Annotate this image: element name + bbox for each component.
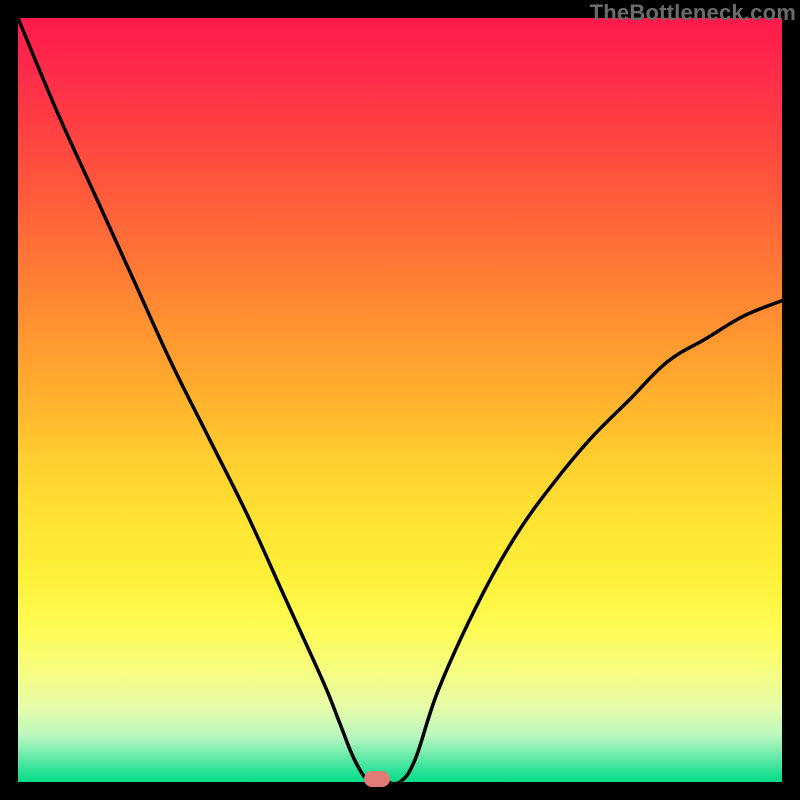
optimal-point-marker [364, 771, 390, 787]
plot-area [18, 18, 782, 782]
bottleneck-curve [18, 18, 782, 782]
